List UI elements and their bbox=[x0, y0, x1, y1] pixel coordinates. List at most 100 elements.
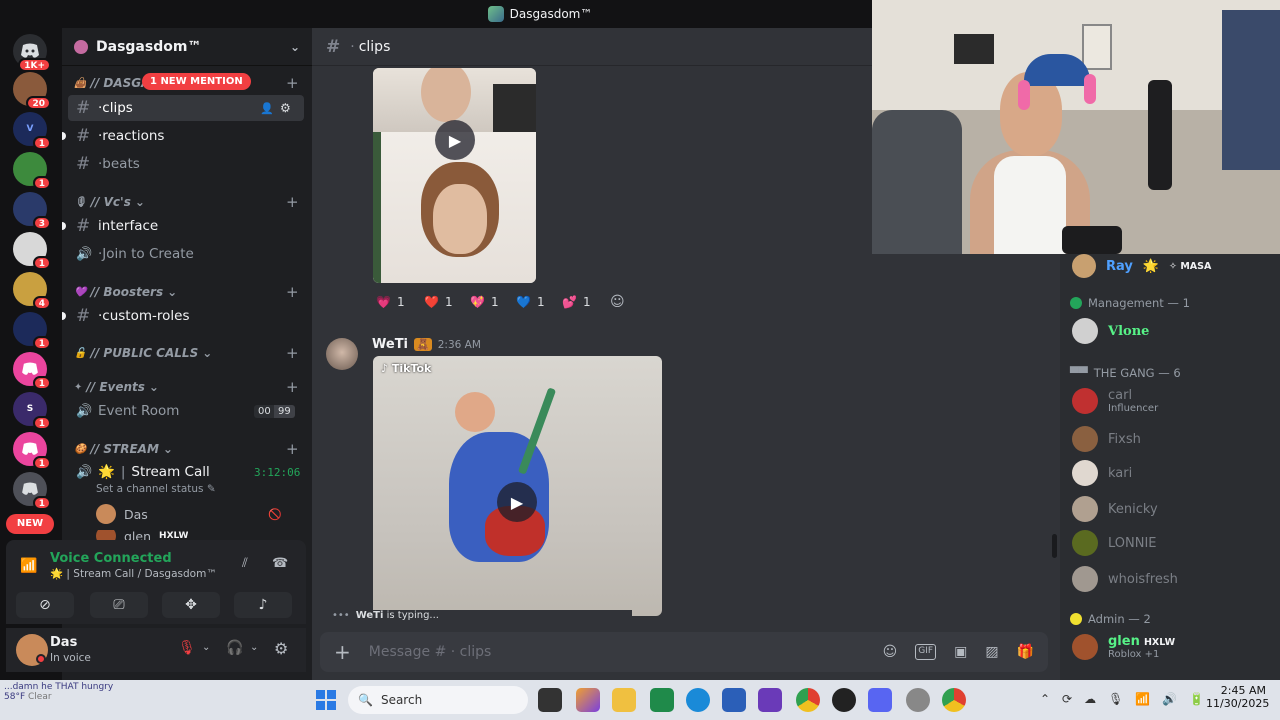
settings-gear-icon[interactable]: ⚙ bbox=[274, 639, 288, 658]
reaction-5[interactable]: 💕 1 bbox=[562, 290, 591, 314]
add-attachment-icon[interactable]: + bbox=[334, 640, 351, 664]
member-ray[interactable]: Ray 🌟 ✧ MASA bbox=[1072, 254, 1211, 278]
home-button[interactable]: 1K+ bbox=[13, 34, 51, 72]
add-channel-icon[interactable]: + bbox=[286, 378, 299, 396]
chevron-down-icon[interactable]: ⌄ bbox=[250, 642, 258, 653]
taskbar-search[interactable]: 🔍 Search bbox=[348, 686, 528, 714]
scrollbar-thumb[interactable] bbox=[1052, 534, 1057, 558]
add-channel-icon[interactable]: + bbox=[286, 193, 299, 211]
system-tray[interactable]: ⌃⟳☁🎙📶🔊🔋 bbox=[1040, 692, 1216, 706]
channel-event-room[interactable]: 🔊 Event Room 00 99 bbox=[68, 398, 304, 424]
voice-location[interactable]: 🌟 | Stream Call / Dasgasdom™ bbox=[50, 567, 217, 580]
channel-interface[interactable]: # interface bbox=[62, 213, 304, 239]
edge-icon[interactable] bbox=[686, 688, 710, 712]
set-channel-status[interactable]: Set a channel status ✎ bbox=[96, 483, 216, 495]
video-attachment[interactable]: ▶ bbox=[373, 68, 536, 283]
image-icon[interactable]: ▨ bbox=[985, 644, 998, 660]
new-badge[interactable]: NEW bbox=[6, 514, 54, 534]
settings-icon[interactable] bbox=[906, 688, 930, 712]
chevron-down-icon[interactable]: ⌄ bbox=[202, 642, 210, 653]
channel-reactions[interactable]: # · reactions bbox=[62, 123, 304, 149]
server-icon[interactable]: V1 bbox=[13, 112, 51, 150]
server-icon[interactable]: 3 bbox=[13, 192, 51, 230]
gift-icon[interactable]: 🎁 bbox=[1017, 644, 1034, 660]
channel-stream-call[interactable]: 🔊 🌟 | Stream Call 3:12:06 bbox=[68, 459, 304, 485]
server-icon[interactable]: 1 bbox=[13, 312, 51, 350]
clock[interactable]: 2:45 AM 11/30/2025 bbox=[1206, 684, 1269, 710]
reaction-3[interactable]: 💖 1 bbox=[470, 290, 499, 314]
server-icon[interactable]: 1 bbox=[13, 232, 51, 270]
category-vcs[interactable]: 🎙 // Vc's ⌄ + bbox=[74, 193, 299, 211]
noise-suppression-icon[interactable]: ⫽ bbox=[242, 556, 248, 571]
add-channel-icon[interactable]: + bbox=[286, 74, 299, 92]
category-public-calls[interactable]: 🔓 // PUBLIC CALLS ⌄ + bbox=[74, 344, 299, 362]
member-fixsh[interactable]: Fixsh bbox=[1072, 426, 1141, 452]
voice-status[interactable]: Voice Connected bbox=[50, 551, 172, 566]
category-boosters[interactable]: 💜 // Boosters ⌄ + bbox=[74, 283, 299, 301]
add-reaction-button[interactable]: ☺ bbox=[610, 290, 625, 314]
message-composer[interactable]: + Message # · clips ☺ GIF ▣ ▨ 🎁 bbox=[320, 632, 1048, 672]
reaction-1[interactable]: 💗 1 bbox=[376, 290, 405, 314]
app-icon[interactable] bbox=[832, 688, 856, 712]
new-mention-pill[interactable]: 1 NEW MENTION bbox=[142, 73, 251, 90]
server-icon[interactable]: 4 bbox=[13, 272, 51, 310]
server-icon[interactable]: 1 bbox=[13, 152, 51, 190]
member-glen[interactable]: glen HXLW Roblox +1 bbox=[1072, 634, 1175, 660]
task-view-icon[interactable] bbox=[538, 688, 562, 712]
server-header[interactable]: Dasgasdom™ ⌄ bbox=[62, 28, 312, 66]
server-icon[interactable]: S1 bbox=[13, 392, 51, 430]
screen-share-button[interactable]: ⎚ bbox=[90, 592, 148, 618]
soundboard-button[interactable]: ♪ bbox=[234, 592, 292, 618]
add-channel-icon[interactable]: + bbox=[286, 440, 299, 458]
member-kari[interactable]: kari bbox=[1072, 460, 1132, 486]
disconnect-icon[interactable]: ☎ bbox=[272, 556, 288, 571]
copilot-icon[interactable] bbox=[576, 688, 600, 712]
chrome-icon[interactable] bbox=[796, 688, 820, 712]
sticker-icon[interactable]: ▣ bbox=[954, 644, 967, 660]
play-button[interactable]: ▶ bbox=[497, 482, 537, 522]
voice-user-das[interactable]: Das 🚫 bbox=[96, 504, 282, 524]
avatar[interactable] bbox=[326, 338, 358, 370]
channel-custom-roles[interactable]: # · custom-roles bbox=[62, 303, 304, 329]
discord-taskbar-icon[interactable] bbox=[868, 688, 892, 712]
channel-join-to-create[interactable]: 🔊 · Join to Create bbox=[68, 241, 304, 267]
category-events[interactable]: ✦ // Events ⌄ + bbox=[74, 378, 299, 396]
member-kenicky[interactable]: Kenicky bbox=[1072, 496, 1158, 522]
excel-icon[interactable] bbox=[650, 688, 674, 712]
emoji-icon[interactable]: ☺ bbox=[883, 644, 898, 660]
gear-icon[interactable]: ⚙ bbox=[280, 101, 291, 115]
add-channel-icon[interactable]: + bbox=[286, 344, 299, 362]
weather-widget[interactable]: ...damn he THAT hungry 58°F Clear bbox=[4, 682, 113, 702]
server-icon[interactable]: 1 bbox=[13, 352, 51, 390]
server-icon[interactable]: 20 bbox=[13, 72, 51, 110]
activities-button[interactable]: ✥ bbox=[162, 592, 220, 618]
server-icon[interactable]: 1 bbox=[13, 432, 51, 470]
channel-clips[interactable]: # · clips 👤 ⚙ bbox=[68, 95, 304, 121]
category-dasga[interactable]: 👜 // DASGA + bbox=[74, 74, 299, 92]
message-input[interactable]: Message # · clips bbox=[369, 644, 492, 660]
file-explorer-icon[interactable] bbox=[612, 688, 636, 712]
gif-icon[interactable]: GIF bbox=[915, 644, 937, 660]
member-carl[interactable]: carl Influencer bbox=[1072, 388, 1158, 414]
camera-off-button[interactable]: ⊘ bbox=[16, 592, 74, 618]
play-button[interactable]: ▶ bbox=[435, 120, 475, 160]
reaction-4[interactable]: 💙 1 bbox=[516, 290, 545, 314]
member-lonnie[interactable]: LONNIE bbox=[1072, 530, 1157, 556]
headphones-muted-icon[interactable]: 🎧 bbox=[226, 640, 243, 656]
channel-beats[interactable]: # · beats bbox=[68, 151, 304, 177]
add-channel-icon[interactable]: + bbox=[286, 283, 299, 301]
server-icon[interactable]: 1 bbox=[13, 472, 51, 510]
store-icon[interactable] bbox=[722, 688, 746, 712]
invite-icon[interactable]: 👤 bbox=[260, 102, 274, 115]
member-vlone[interactable]: Vlone bbox=[1072, 318, 1149, 344]
video-attachment[interactable]: ♪ TikTok ▶ bbox=[373, 356, 662, 616]
obs-icon[interactable] bbox=[758, 688, 782, 712]
mic-muted-icon[interactable]: 🎙 bbox=[178, 640, 196, 656]
category-stream[interactable]: 🍪 // STREAM ⌄ + bbox=[74, 440, 299, 458]
member-whoisfresh[interactable]: whoisfresh bbox=[1072, 566, 1178, 592]
reaction-2[interactable]: ❤️ 1 bbox=[424, 290, 453, 314]
chrome-icon[interactable] bbox=[942, 688, 966, 712]
message-author[interactable]: WeTi bbox=[372, 337, 408, 352]
start-button[interactable] bbox=[316, 690, 336, 710]
signal-icon[interactable]: 📶 bbox=[20, 558, 37, 574]
